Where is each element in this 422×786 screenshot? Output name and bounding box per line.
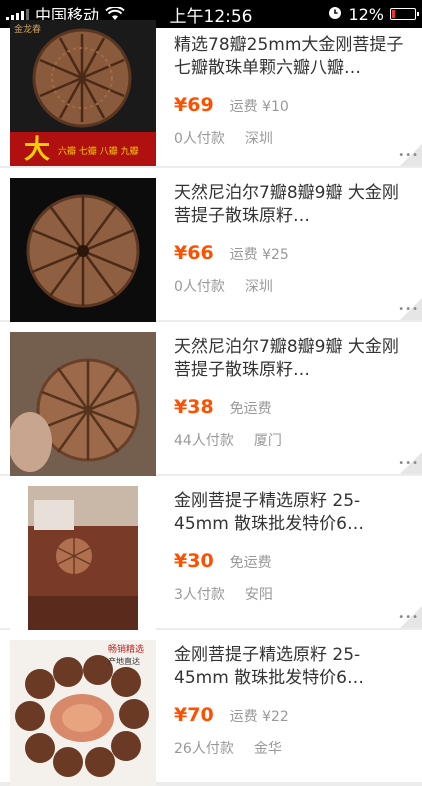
seller-location: 金华: [253, 741, 282, 757]
product-title[interactable]: 金刚菩提子精选原籽 25-45mm 散珠批发特价6…: [174, 644, 410, 690]
product-image: [10, 178, 156, 324]
shipping-fee: 运费 ¥10: [229, 99, 289, 115]
shipping-fee: 免运费: [229, 555, 272, 571]
product-title[interactable]: 金刚菩提子精选原籽 25-45mm 散珠批发特价6…: [174, 490, 410, 536]
product-price: ¥70: [174, 704, 214, 726]
product-list: 大 六瓣 七瓣 八瓣 九瓣 金龙春 精选78瓣25mm大金刚菩提子七瓣散珠单颗六…: [0, 20, 422, 786]
more-icon[interactable]: •••: [398, 452, 422, 474]
seller-location: 深圳: [244, 279, 273, 295]
product-price: ¥38: [174, 396, 214, 418]
wifi-icon: [105, 7, 125, 21]
product-price: ¥66: [174, 242, 214, 264]
product-item[interactable]: 大 六瓣 七瓣 八瓣 九瓣 金龙春 精选78瓣25mm大金刚菩提子七瓣散珠单颗六…: [0, 20, 422, 166]
sales-count: 3人付款: [174, 587, 225, 603]
product-item[interactable]: 金刚菩提子精选原籽 25-45mm 散珠批发特价6… ¥30 免运费 3人付款 …: [0, 476, 422, 632]
battery-percent: 12%: [348, 4, 384, 24]
status-time: 上午12:56: [169, 6, 253, 27]
shipping-fee: 免运费: [229, 401, 272, 417]
sales-count: 44人付款: [174, 433, 234, 449]
shipping-fee: 运费 ¥25: [229, 247, 289, 263]
stamp-text: 畅销精选: [108, 643, 144, 655]
product-item[interactable]: 天然尼泊尔7瓣8瓣9瓣 大金刚菩提子散珠原籽… ¥66 运费 ¥25 0人付款 …: [0, 168, 422, 324]
signal-icon: [6, 8, 29, 20]
product-image: [10, 486, 156, 632]
shipping-fee: 运费 ¥22: [229, 709, 289, 725]
product-image: 畅销精选 产地直达: [10, 640, 156, 786]
banner-char: 大: [24, 135, 50, 165]
product-price: ¥69: [174, 94, 214, 116]
sales-count: 26人付款: [174, 741, 234, 757]
clock-icon: [328, 5, 342, 24]
sales-count: 0人付款: [174, 131, 225, 147]
product-price: ¥30: [174, 550, 214, 572]
banner-text: 六瓣 七瓣 八瓣 九瓣: [58, 145, 139, 157]
product-title[interactable]: 天然尼泊尔7瓣8瓣9瓣 大金刚菩提子散珠原籽…: [174, 182, 410, 228]
product-item[interactable]: 天然尼泊尔7瓣8瓣9瓣 大金刚菩提子散珠原籽… ¥38 免运费 44人付款 厦门…: [0, 322, 422, 478]
stamp-subtext: 产地直达: [108, 656, 140, 666]
more-icon[interactable]: •••: [398, 606, 422, 628]
product-image: 大 六瓣 七瓣 八瓣 九瓣 金龙春: [10, 20, 156, 166]
seller-location: 深圳: [244, 131, 273, 147]
sales-count: 0人付款: [174, 279, 225, 295]
product-image: [10, 332, 156, 478]
product-item[interactable]: 畅销精选 产地直达 金刚菩提子精选原籽 25-45mm 散珠批发特价6… ¥70…: [0, 630, 422, 786]
battery-icon: [390, 8, 419, 20]
product-title[interactable]: 天然尼泊尔7瓣8瓣9瓣 大金刚菩提子散珠原籽…: [174, 336, 410, 382]
product-title[interactable]: 精选78瓣25mm大金刚菩提子七瓣散珠单颗六瓣八瓣…: [174, 34, 410, 80]
seller-location: 厦门: [253, 433, 282, 449]
seller-location: 安阳: [244, 587, 273, 603]
more-icon[interactable]: •••: [398, 298, 422, 320]
shop-logo: 金龙春: [14, 23, 41, 35]
more-icon[interactable]: •••: [398, 144, 422, 166]
